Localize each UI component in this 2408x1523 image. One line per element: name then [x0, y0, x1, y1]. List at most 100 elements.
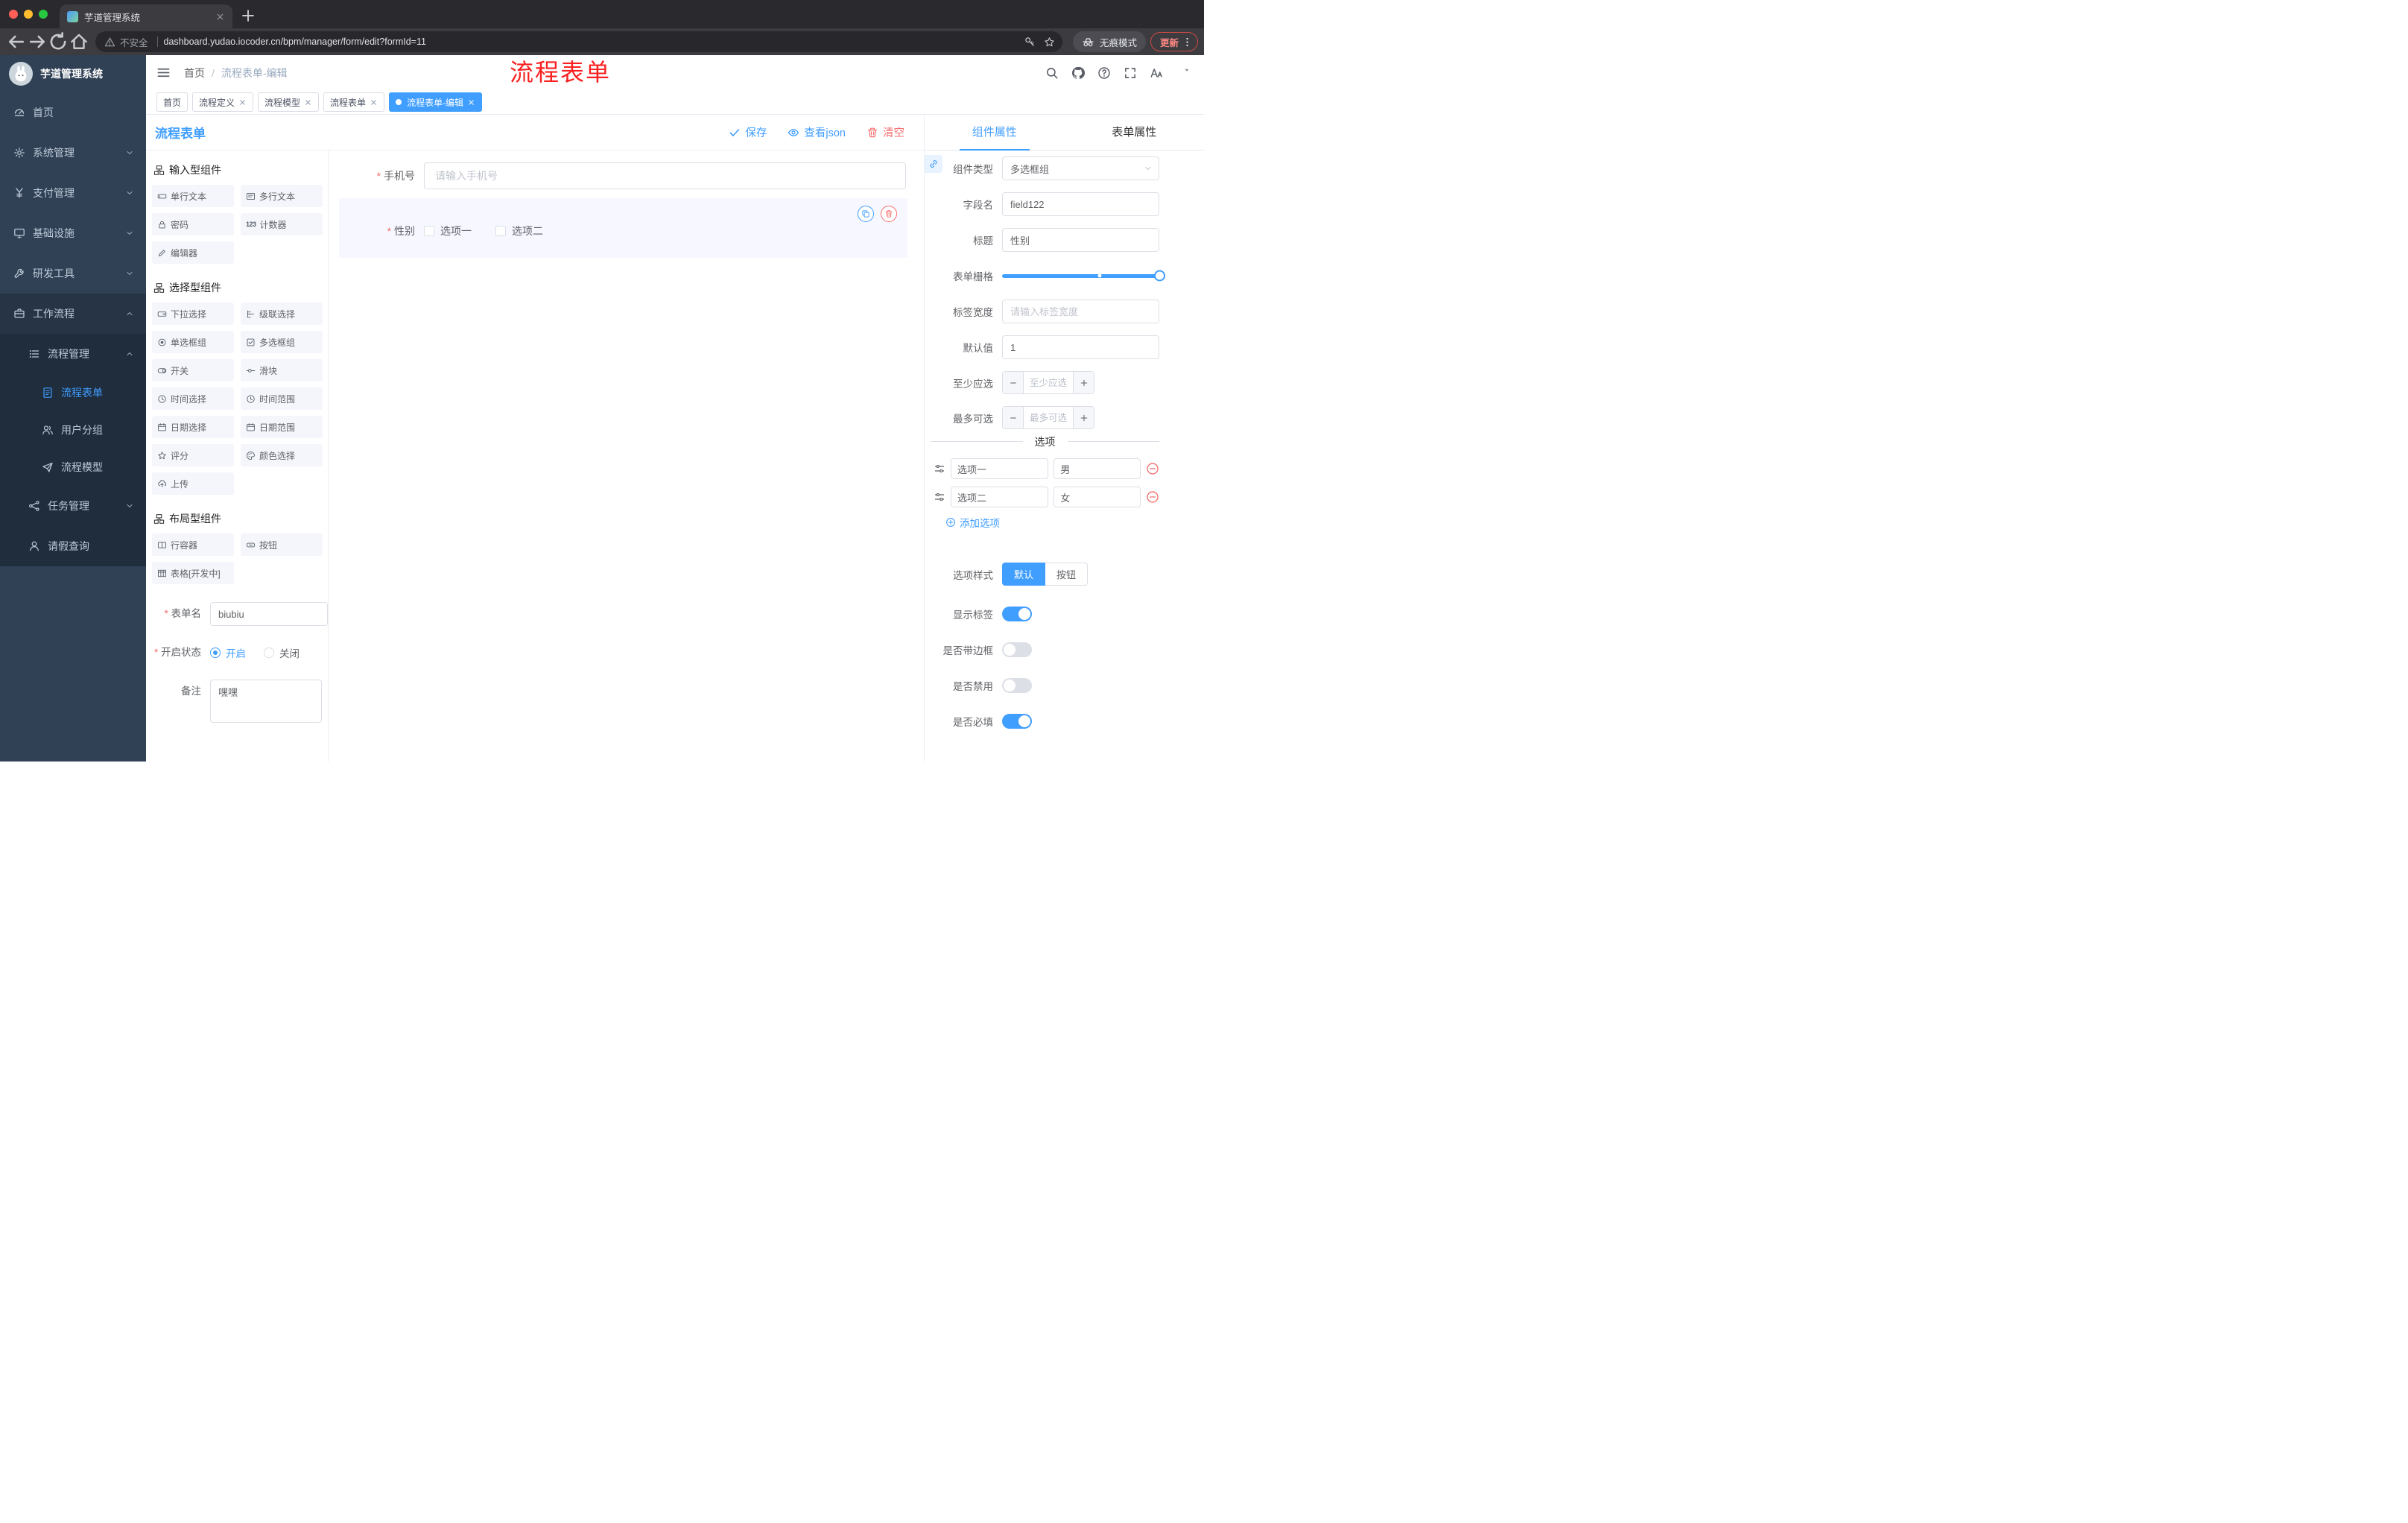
- tab-close-icon[interactable]: [215, 12, 225, 22]
- required-switch[interactable]: [1002, 714, 1032, 729]
- comp-item-select[interactable]: 下拉选择: [152, 303, 234, 325]
- clear-button[interactable]: 清空: [866, 124, 904, 140]
- option-value-input[interactable]: [1054, 458, 1141, 479]
- min-select-input[interactable]: [1024, 372, 1073, 393]
- drag-handle-icon[interactable]: [934, 491, 945, 503]
- close-icon[interactable]: [304, 98, 312, 107]
- sidebar-item-workflow[interactable]: 工作流程: [0, 294, 146, 334]
- field-name-input[interactable]: [1002, 192, 1159, 216]
- url-text[interactable]: dashboard.yudao.iocoder.cn/bpm/manager/f…: [164, 37, 1021, 47]
- phone-input[interactable]: [424, 162, 906, 189]
- sidebar-item-process-form[interactable]: 流程表单: [0, 374, 146, 411]
- breadcrumb-home[interactable]: 首页: [184, 66, 205, 80]
- password-key-button[interactable]: [1021, 32, 1040, 51]
- fullscreen-icon[interactable]: [1124, 66, 1137, 80]
- update-button[interactable]: 更新: [1150, 32, 1198, 51]
- comp-item-counter[interactable]: 123 计数器: [241, 213, 323, 235]
- form-grid-slider[interactable]: [1002, 264, 1165, 288]
- label-width-input[interactable]: [1002, 300, 1159, 323]
- comp-item-date-picker[interactable]: 日期选择: [152, 416, 234, 438]
- comp-item-checkbox-group[interactable]: 多选框组: [241, 331, 323, 353]
- remark-textarea[interactable]: 嘿嘿: [210, 680, 322, 723]
- increase-button[interactable]: [1073, 407, 1094, 428]
- sidebar-item-infrastructure[interactable]: 基础设施: [0, 213, 146, 253]
- back-button[interactable]: [6, 31, 27, 52]
- radio-closed[interactable]: 关闭: [264, 645, 300, 660]
- tab-form-props[interactable]: 表单属性: [1065, 115, 1205, 150]
- comp-item-slider[interactable]: 滑块: [241, 359, 323, 381]
- option-value-input[interactable]: [1054, 487, 1141, 507]
- delete-item-button[interactable]: [881, 206, 897, 222]
- search-icon[interactable]: [1045, 66, 1059, 80]
- close-icon[interactable]: [370, 98, 378, 107]
- border-switch[interactable]: [1002, 642, 1032, 657]
- comp-item-color-picker[interactable]: 颜色选择: [241, 444, 323, 466]
- canvas-field-gender[interactable]: 性别 选项一 选项二: [339, 198, 907, 258]
- help-icon[interactable]: [1097, 66, 1111, 80]
- comp-item-rate[interactable]: 评分: [152, 444, 234, 466]
- radio-open[interactable]: 开启: [210, 645, 246, 660]
- sidebar-item-user-group[interactable]: 用户分组: [0, 411, 146, 449]
- forward-button[interactable]: [27, 31, 48, 52]
- sidebar-item-system-mgmt[interactable]: 系统管理: [0, 133, 146, 173]
- security-warning-icon[interactable]: [104, 37, 115, 48]
- view-json-button[interactable]: 查看json: [788, 124, 846, 140]
- increase-button[interactable]: [1073, 372, 1094, 393]
- checkbox[interactable]: [424, 226, 434, 236]
- checkbox-option-2[interactable]: 选项二: [495, 224, 543, 238]
- comp-item-table[interactable]: 表格[开发中]: [152, 562, 234, 584]
- max-select-input[interactable]: [1024, 407, 1073, 428]
- browser-tab[interactable]: 芋道管理系统: [60, 4, 232, 28]
- font-size-icon[interactable]: [1150, 66, 1163, 80]
- comp-item-switch[interactable]: 开关: [152, 359, 234, 381]
- decrease-button[interactable]: [1003, 372, 1024, 393]
- comp-item-date-range[interactable]: 日期范围: [241, 416, 323, 438]
- copy-item-button[interactable]: [858, 206, 874, 222]
- canvas-field-phone[interactable]: 手机号: [339, 161, 907, 191]
- close-icon[interactable]: [238, 98, 247, 107]
- address-bar[interactable]: 不安全 dashboard.yudao.iocoder.cn/bpm/manag…: [95, 31, 1062, 52]
- comp-item-button[interactable]: 按钮: [241, 533, 323, 556]
- tag-process-form-edit[interactable]: 流程表单-编辑: [389, 92, 483, 112]
- comp-item-upload[interactable]: 上传: [152, 472, 234, 495]
- comp-item-time-picker[interactable]: 时间选择: [152, 387, 234, 410]
- sidebar-item-process-mgmt[interactable]: 流程管理: [0, 334, 146, 374]
- comp-item-radio-group[interactable]: 单选框组: [152, 331, 234, 353]
- tag-process-definition[interactable]: 流程定义: [192, 92, 254, 112]
- comp-item-password[interactable]: 密码: [152, 213, 234, 235]
- tag-home[interactable]: 首页: [156, 92, 188, 112]
- option-label-input[interactable]: [951, 487, 1049, 507]
- style-button-button[interactable]: 按钮: [1045, 563, 1089, 586]
- tab-component-props[interactable]: 组件属性: [925, 115, 1065, 150]
- form-name-input[interactable]: [210, 602, 328, 626]
- option-label-input[interactable]: [951, 458, 1049, 479]
- browser-menu-icon[interactable]: [1182, 37, 1193, 48]
- checkbox-option-1[interactable]: 选项一: [424, 224, 472, 238]
- comp-item-single-line-text[interactable]: 单行文本: [152, 185, 234, 207]
- add-option-button[interactable]: 添加选项: [945, 515, 1159, 530]
- sidebar-item-home[interactable]: 首页: [0, 92, 146, 133]
- comp-item-multi-line-text[interactable]: 多行文本: [241, 185, 323, 207]
- save-button[interactable]: 保存: [729, 124, 767, 140]
- app-logo[interactable]: 芋道管理系统: [0, 55, 146, 92]
- bookmark-star-button[interactable]: [1040, 32, 1059, 51]
- sidebar-item-payment-mgmt[interactable]: 支付管理: [0, 173, 146, 213]
- title-input[interactable]: [1002, 228, 1159, 252]
- tag-process-model[interactable]: 流程模型: [258, 92, 320, 112]
- github-icon[interactable]: [1071, 66, 1085, 80]
- component-type-select[interactable]: 多选框组: [1002, 156, 1159, 180]
- window-close-button[interactable]: [9, 10, 18, 19]
- browser-home-button[interactable]: [69, 31, 89, 52]
- reload-button[interactable]: [48, 31, 69, 52]
- comp-item-time-range[interactable]: 时间范围: [241, 387, 323, 410]
- new-tab-button[interactable]: [240, 7, 256, 24]
- sidebar-item-leave-query[interactable]: 请假查询: [0, 526, 146, 566]
- window-zoom-button[interactable]: [39, 10, 48, 19]
- checkbox[interactable]: [495, 226, 506, 236]
- disabled-switch[interactable]: [1002, 678, 1032, 693]
- hamburger-icon[interactable]: [156, 66, 171, 80]
- remove-option-icon[interactable]: [1146, 490, 1159, 504]
- window-minimize-button[interactable]: [24, 10, 33, 19]
- style-default-button[interactable]: 默认: [1002, 563, 1046, 586]
- close-icon[interactable]: [467, 98, 475, 107]
